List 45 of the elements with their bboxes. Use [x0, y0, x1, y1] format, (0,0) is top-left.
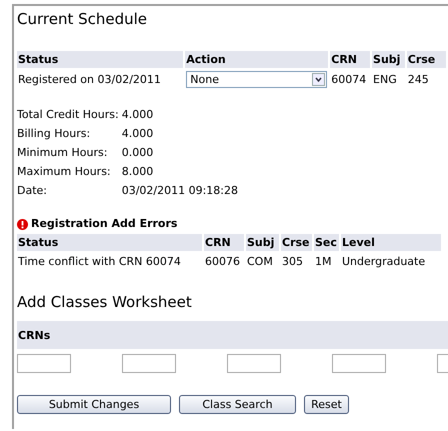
table-cell-text: 245: [406, 72, 430, 88]
table-cell-text: Time conflict with CRN 60074: [17, 254, 182, 270]
column-header: CRN: [204, 234, 244, 251]
form-button[interactable]: Class Search: [179, 395, 296, 414]
crn-input[interactable]: [122, 354, 176, 373]
section-title: Current Schedule: [16, 9, 148, 29]
table-cell-text: ENG: [372, 72, 398, 88]
column-header: Subj: [246, 234, 279, 251]
total-value: 0.000: [122, 145, 154, 161]
section-title: Add Classes Worksheet: [16, 292, 193, 312]
form-button[interactable]: Submit Changes: [17, 395, 171, 414]
total-value: 4.000: [122, 107, 154, 123]
table-cell-text: 60076: [204, 254, 241, 270]
total-value: 8.000: [122, 164, 154, 180]
column-header: Subj: [372, 51, 405, 68]
error-icon: [17, 218, 28, 230]
column-header: Status: [17, 51, 184, 68]
table-cell-text: Undergraduate: [341, 254, 426, 270]
crn-input[interactable]: [17, 354, 71, 373]
total-label: Maximum Hours:: [17, 164, 112, 180]
total-label: Minimum Hours:: [17, 145, 108, 161]
column-header: Status: [17, 234, 202, 251]
column-header: Action: [185, 51, 328, 68]
total-value: 03/02/2011 09:18:28: [122, 183, 240, 199]
form-button[interactable]: Reset: [304, 395, 349, 414]
caret-icon: [312, 73, 326, 86]
table-cell-text: COM: [246, 254, 274, 270]
total-value: 4.000: [122, 126, 154, 142]
total-label: Billing Hours:: [17, 126, 92, 142]
column-header: Crse: [281, 234, 312, 251]
column-header: Crse: [406, 51, 446, 68]
table-cell-text: 1M: [314, 254, 332, 270]
total-label: Total Credit Hours:: [17, 107, 119, 123]
crn-input[interactable]: [332, 354, 386, 373]
column-header: CRN: [330, 51, 370, 68]
error-heading: Registration Add Errors: [31, 216, 178, 232]
total-label: Date:: [17, 183, 48, 199]
crn-input[interactable]: [227, 354, 281, 373]
crn-header: CRNs: [17, 321, 448, 349]
column-header: Level: [341, 234, 441, 251]
action-dropdown[interactable]: None: [186, 71, 328, 88]
table-cell-text: 60074: [330, 72, 368, 88]
column-header: Sec: [314, 234, 339, 251]
table-cell-text: 305: [281, 254, 304, 270]
table-cell-text: Registered on 03/02/2011: [17, 72, 162, 88]
